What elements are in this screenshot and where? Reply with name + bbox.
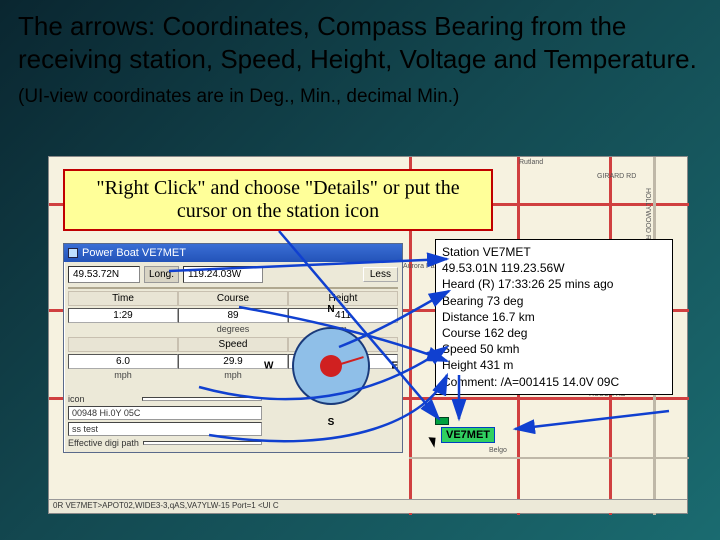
road-label: Belgo (489, 447, 507, 454)
station-tooltip: Station VE7MET 49.53.01N 119.23.56W Hear… (435, 239, 673, 395)
digi-field[interactable] (143, 441, 262, 445)
hdr-course: Course (178, 291, 288, 306)
compass-e: E (391, 361, 398, 372)
info-coords: 49.53.01N 119.23.56W (442, 260, 666, 276)
station-label[interactable]: VE7MET (441, 427, 495, 443)
dialog-titlebar[interactable]: Power Boat VE7MET (64, 244, 402, 262)
status-bar: 0R VE7MET>APOT02,WIDE3-3,qAS,VA7YLW-15 P… (49, 499, 687, 513)
hdr-time: Time (68, 291, 178, 306)
dialog-title: Power Boat VE7MET (82, 247, 186, 259)
icon-field[interactable] (142, 397, 262, 401)
road-label: Rutland (519, 159, 543, 166)
info-course: Course 162 deg (442, 325, 666, 341)
info-height: Height 431 m (442, 357, 666, 373)
compass-n: N (327, 304, 334, 315)
compass-w: W (264, 361, 273, 372)
heading-subnote: (UI-view coordinates are in Deg., Min., … (18, 86, 459, 107)
slide-heading: The arrows: Coordinates, Compass Bearing… (0, 0, 720, 114)
hdr-height: Height (288, 291, 398, 306)
road-label: GIRARD RD (597, 173, 636, 180)
long-label: Long. (144, 266, 179, 283)
details-dialog[interactable]: Power Boat VE7MET 49.53.72N Long. 119.24… (63, 243, 403, 453)
statusbar-text: 0R VE7MET>APOT02,WIDE3-3,qAS,VA7YLW-15 P… (53, 501, 279, 510)
lat-field[interactable]: 49.53.72N (68, 266, 140, 283)
map-screenshot: Rutland GIRARD RD HOLLYWOOD RD SPRINGFIE… (48, 156, 688, 514)
info-station: Station VE7MET (442, 244, 666, 260)
window-icon (68, 248, 78, 258)
val-time: 1:29 (68, 308, 178, 323)
latlon-row: 49.53.72N Long. 119.24.03W Less (64, 262, 402, 287)
info-bearing: Bearing 73 deg (442, 293, 666, 309)
u-time (68, 323, 178, 335)
callout-text: "Right Click" and choose "Details" or pu… (71, 177, 485, 223)
compass-rose (292, 327, 370, 405)
digi-label: Effective digi path (68, 438, 139, 448)
info-distance: Distance 16.7 km (442, 309, 666, 325)
u2-a: mph (68, 369, 178, 381)
cursor-icon (428, 434, 439, 447)
hdr2-a (68, 337, 178, 352)
info-heard: Heard (R) 17:33:26 25 mins ago (442, 276, 666, 292)
station-icon[interactable] (435, 417, 449, 425)
icon-label: icon (68, 394, 138, 404)
ss-field[interactable]: ss test (68, 422, 262, 436)
beacon-field[interactable]: 00948 Hi.0Y 05C (68, 406, 262, 420)
long-field[interactable]: 119.24.03W (183, 266, 263, 283)
info-comment: Comment: /A=001415 14.0V 09C (442, 374, 666, 390)
instruction-callout: "Right Click" and choose "Details" or pu… (63, 169, 493, 231)
val2-a: 6.0 (68, 354, 178, 369)
road-label: HOLLYWOOD RD (644, 188, 651, 245)
less-button[interactable]: Less (363, 267, 398, 282)
compass-center (320, 355, 342, 377)
compass-area: N S E W (266, 306, 396, 426)
info-speed: Speed 50 kmh (442, 341, 666, 357)
heading-main: The arrows: Coordinates, Compass Bearing… (18, 11, 697, 74)
compass-s: S (328, 417, 335, 428)
road (409, 457, 689, 459)
dialog-bottom: icon 00948 Hi.0Y 05C ss test Effective d… (68, 392, 262, 448)
